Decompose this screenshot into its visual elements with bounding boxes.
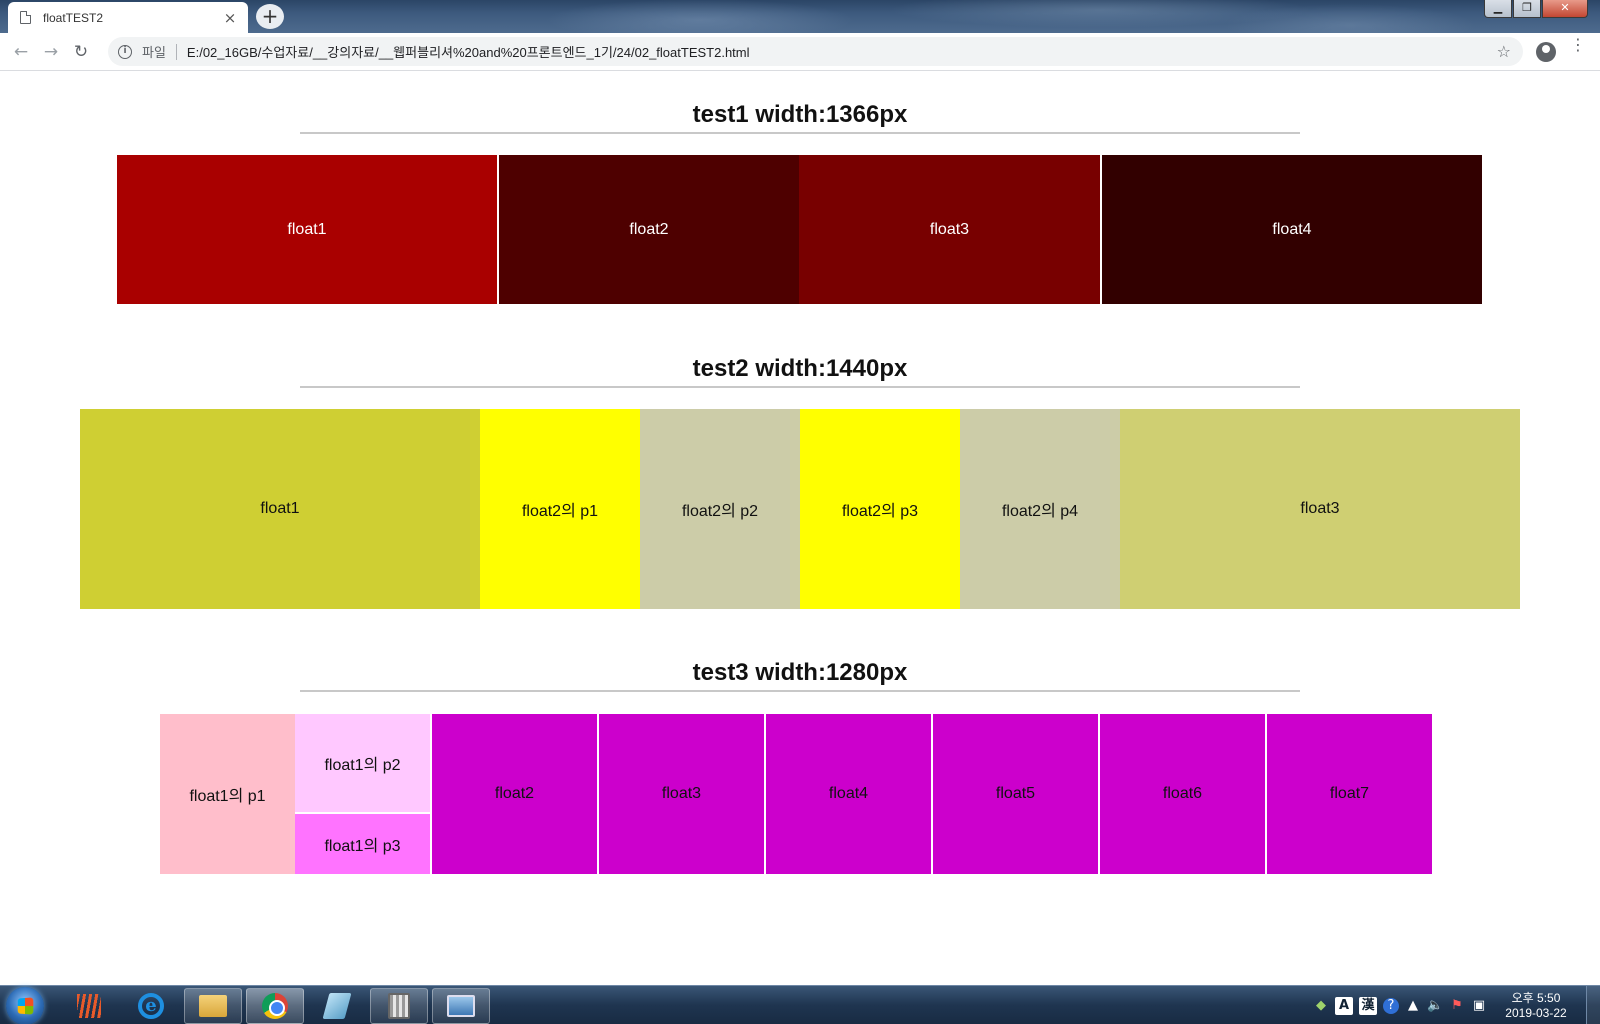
maximize-button[interactable]: ❐ [1513, 0, 1541, 18]
test3-float5: float5 [933, 714, 1098, 874]
section-rule [300, 386, 1300, 388]
taskbar-snipping-tool[interactable] [432, 988, 490, 1024]
volume-icon[interactable]: 🔈 [1427, 998, 1443, 1014]
browser-tab[interactable]: floatTEST2 × [8, 2, 248, 33]
address-separator [175, 43, 177, 60]
back-button[interactable]: ← [6, 42, 36, 62]
test2-float2-p1: float2의 p1 [480, 409, 640, 609]
reload-button[interactable]: ↻ [66, 42, 96, 62]
taskbar-calculator[interactable] [370, 988, 428, 1024]
action-center-flag-icon[interactable]: ⚑ [1449, 998, 1465, 1014]
test1-float4: float4 [1102, 155, 1482, 304]
test3-float3: float3 [599, 714, 764, 874]
help-icon[interactable]: ? [1383, 997, 1399, 1014]
ime-a-icon[interactable]: A [1335, 996, 1353, 1015]
taskbar-chrome[interactable] [246, 988, 304, 1024]
calculator-icon [388, 993, 410, 1019]
clock-time: 오후 5:50 [1511, 990, 1561, 1005]
test2-float2-p4: float2의 p4 [960, 409, 1120, 609]
test2-float2-p2: float2의 p2 [640, 409, 800, 609]
close-window-button[interactable]: ✕ [1542, 0, 1588, 18]
ime-status-icon[interactable]: ◆ [1313, 998, 1329, 1014]
taskbar-internet-explorer[interactable]: e [122, 988, 180, 1024]
test3-float6: float6 [1100, 714, 1265, 874]
section-rule [300, 690, 1300, 692]
document-icon [20, 11, 31, 24]
profile-avatar-icon[interactable] [1536, 42, 1556, 62]
section-title-test3: test3 width:1280px [692, 659, 908, 686]
test3-float2: float2 [432, 714, 597, 874]
scheme-label: 파일 [142, 46, 166, 61]
test3-float4: float4 [766, 714, 931, 874]
taskbar: e ◆ A 漢 ? ▲ 🔈 ⚑ ▣ 오후 5:50 2019-03-22 [0, 985, 1600, 1024]
snipping-tool-icon [447, 995, 475, 1017]
address-bar[interactable]: i 파일 E:/02_16GB/수업자료/__강의자료/__웹퍼블리셔%20an… [108, 37, 1523, 66]
taskbar-file-explorer[interactable] [184, 988, 242, 1024]
taskbar-photoshop[interactable] [60, 988, 118, 1024]
ime-hanja-icon[interactable]: 漢 [1359, 996, 1377, 1015]
page-content: test1 width:1366px float1 float2 float3 … [0, 71, 1600, 985]
pen-icon [322, 993, 352, 1019]
windows-start-icon[interactable] [6, 987, 44, 1024]
bookmark-star-icon[interactable]: ☆ [1497, 42, 1511, 61]
browser-toolbar: ← → ↻ i 파일 E:/02_16GB/수업자료/__강의자료/__웹퍼블리… [0, 33, 1600, 71]
window-controls: ▁ ❐ ✕ [1483, 0, 1588, 18]
section-title-test1: test1 width:1366px [692, 101, 908, 128]
system-tray: ◆ A 漢 ? ▲ 🔈 ⚑ ▣ 오후 5:50 2019-03-22 [1310, 986, 1600, 1024]
section-rule [300, 132, 1300, 134]
test1-float3: float3 [799, 155, 1100, 304]
test1-float2: float2 [499, 155, 799, 304]
network-icon[interactable]: ▣ [1471, 998, 1487, 1014]
test2-float3: float3 [1120, 409, 1520, 609]
test2-float1: float1 [80, 409, 480, 609]
menu-dots-icon[interactable]: ⋮ [1570, 37, 1586, 53]
photoshop-icon [77, 994, 101, 1018]
minimize-button[interactable]: ▁ [1484, 0, 1512, 18]
tab-title: floatTEST2 [43, 10, 104, 25]
new-tab-button[interactable]: + [256, 4, 284, 29]
test3-float1-p2: float1의 p2 [295, 714, 430, 812]
show-desktop-button[interactable] [1586, 986, 1600, 1024]
clock-date: 2019-03-22 [1505, 1005, 1567, 1020]
info-icon[interactable]: i [118, 44, 132, 59]
tab-close-icon[interactable]: × [222, 9, 238, 27]
clock[interactable]: 오후 5:50 2019-03-22 [1490, 991, 1582, 1021]
url-text[interactable]: E:/02_16GB/수업자료/__강의자료/__웹퍼블리셔%20and%20프… [187, 42, 750, 61]
section-title-test2: test2 width:1440px [692, 355, 908, 382]
forward-button[interactable]: → [36, 42, 66, 62]
test2-float2-p3: float2의 p3 [800, 409, 960, 609]
internet-explorer-icon: e [138, 993, 164, 1019]
test1-float1: float1 [117, 155, 497, 304]
chrome-icon [262, 993, 288, 1019]
test3-float1-p3: float1의 p3 [295, 814, 430, 874]
file-explorer-icon [199, 995, 227, 1017]
tray-arrow-icon[interactable]: ▲ [1405, 998, 1421, 1014]
taskbar-pen[interactable] [308, 988, 366, 1024]
test3-float7: float7 [1267, 714, 1432, 874]
test3-float1-p1: float1의 p1 [160, 714, 295, 874]
title-bar: floatTEST2 × + ▁ ❐ ✕ [0, 0, 1600, 33]
